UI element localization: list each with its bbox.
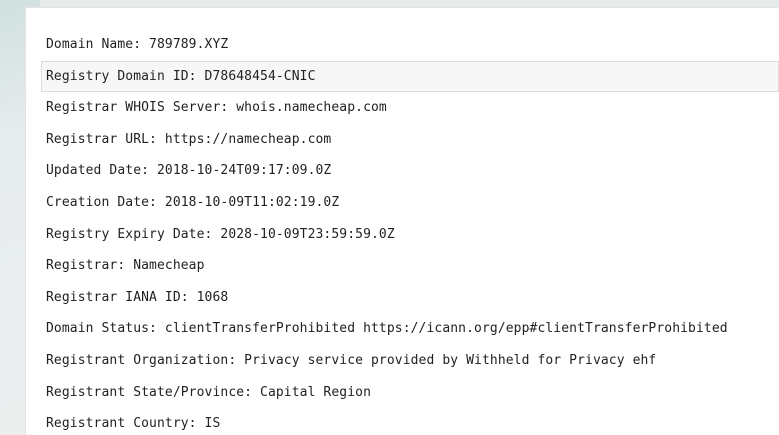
whois-line-registrar-iana-id: Registrar IANA ID: 1068 [46,289,229,305]
whois-line-registry-domain-id[interactable]: Registry Domain ID: D78648454-CNIC [41,60,779,93]
whois-line-creation-date: Creation Date: 2018-10-09T11:02:19.0Z [46,194,340,210]
whois-line-domain-status: Domain Status: clientTransferProhibited … [46,321,728,337]
whois-line-updated-date: Updated Date: 2018-10-24T09:17:09.0Z [46,163,332,179]
whois-panel: Domain Name: 789789.XYZ Registry Domain … [25,7,779,435]
whois-line-registrant-state: Registrant State/Province: Capital Regio… [46,384,371,400]
whois-line-domain-name: Domain Name: 789789.XYZ [46,37,229,52]
whois-line-registry-expiry-date: Registry Expiry Date: 2028-10-09T23:59:5… [46,226,395,242]
whois-line-registrant-country: Registrant Country: IS [46,416,221,432]
whois-line-registrar-whois-server: Registrar WHOIS Server: whois.namecheap.… [46,100,387,116]
whois-record-list: Domain Name: 789789.XYZ Registry Domain … [41,29,779,435]
whois-line-registrar: Registrar: Namecheap [46,258,205,274]
whois-line-registrant-organization: Registrant Organization: Privacy service… [46,352,657,368]
whois-line-registrar-url: Registrar URL: https://namecheap.com [46,131,332,147]
